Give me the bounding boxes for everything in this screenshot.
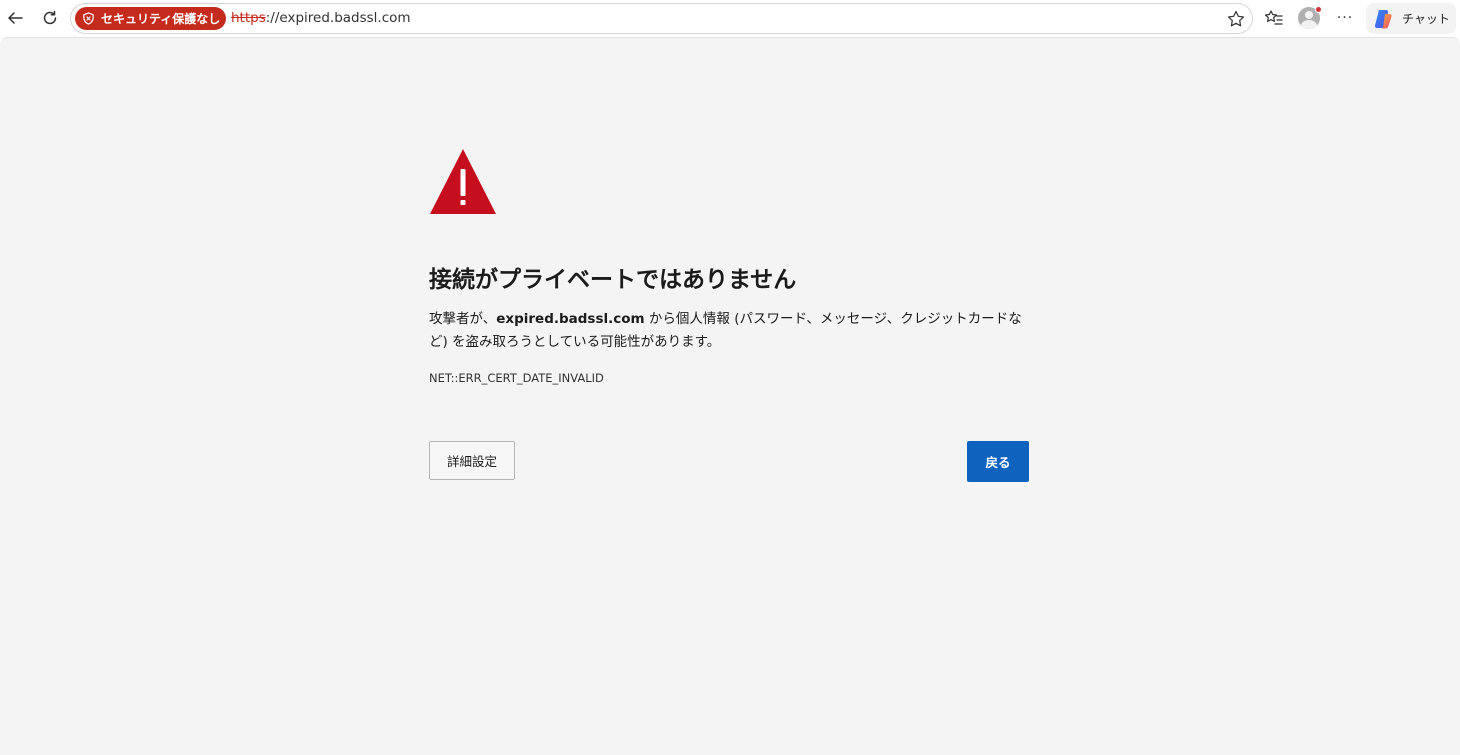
copilot-icon	[1374, 9, 1392, 28]
profile-button[interactable]	[1295, 4, 1323, 32]
browser-toolbar: セキュリティ保護なし https://expired.badssl.com ··…	[0, 0, 1460, 37]
url-text[interactable]: https://expired.badssl.com	[231, 10, 411, 26]
more-button[interactable]: ···	[1331, 4, 1359, 32]
error-code[interactable]: NET::ERR_CERT_DATE_INVALID	[429, 371, 604, 385]
error-description: 攻撃者が、expired.badssl.com から個人情報 (パスワード、メッ…	[429, 308, 1029, 354]
more-icon: ···	[1336, 10, 1354, 26]
warning-triangle-icon	[430, 149, 496, 214]
favorites-icon	[1264, 10, 1283, 25]
go-back-button[interactable]: 戻る	[967, 441, 1029, 482]
url-rest: ://expired.badssl.com	[265, 10, 411, 26]
url-scheme: https	[231, 10, 266, 26]
error-page: 接続がプライベートではありません 攻撃者が、expired.badssl.com…	[0, 37, 1460, 755]
copilot-chat-button[interactable]: チャット	[1366, 3, 1456, 34]
advanced-button[interactable]: 詳細設定	[429, 441, 515, 480]
address-bar[interactable]: セキュリティ保護なし https://expired.badssl.com	[70, 3, 1253, 34]
favorites-button[interactable]	[1260, 4, 1288, 32]
chat-label: チャット	[1402, 12, 1450, 26]
star-icon[interactable]	[1226, 9, 1246, 29]
page-title: 接続がプライベートではありません	[429, 267, 797, 293]
notification-dot	[1315, 6, 1322, 13]
back-button[interactable]	[1, 4, 29, 32]
desc-host: expired.badssl.com	[496, 311, 645, 327]
reload-button[interactable]	[36, 4, 64, 32]
reload-icon	[43, 10, 57, 25]
back-arrow-icon	[8, 12, 23, 24]
security-badge-label: セキュリティ保護なし	[101, 12, 221, 26]
desc-prefix: 攻撃者が、	[429, 311, 497, 327]
security-badge[interactable]: セキュリティ保護なし	[75, 7, 226, 30]
shield-icon	[83, 12, 94, 25]
